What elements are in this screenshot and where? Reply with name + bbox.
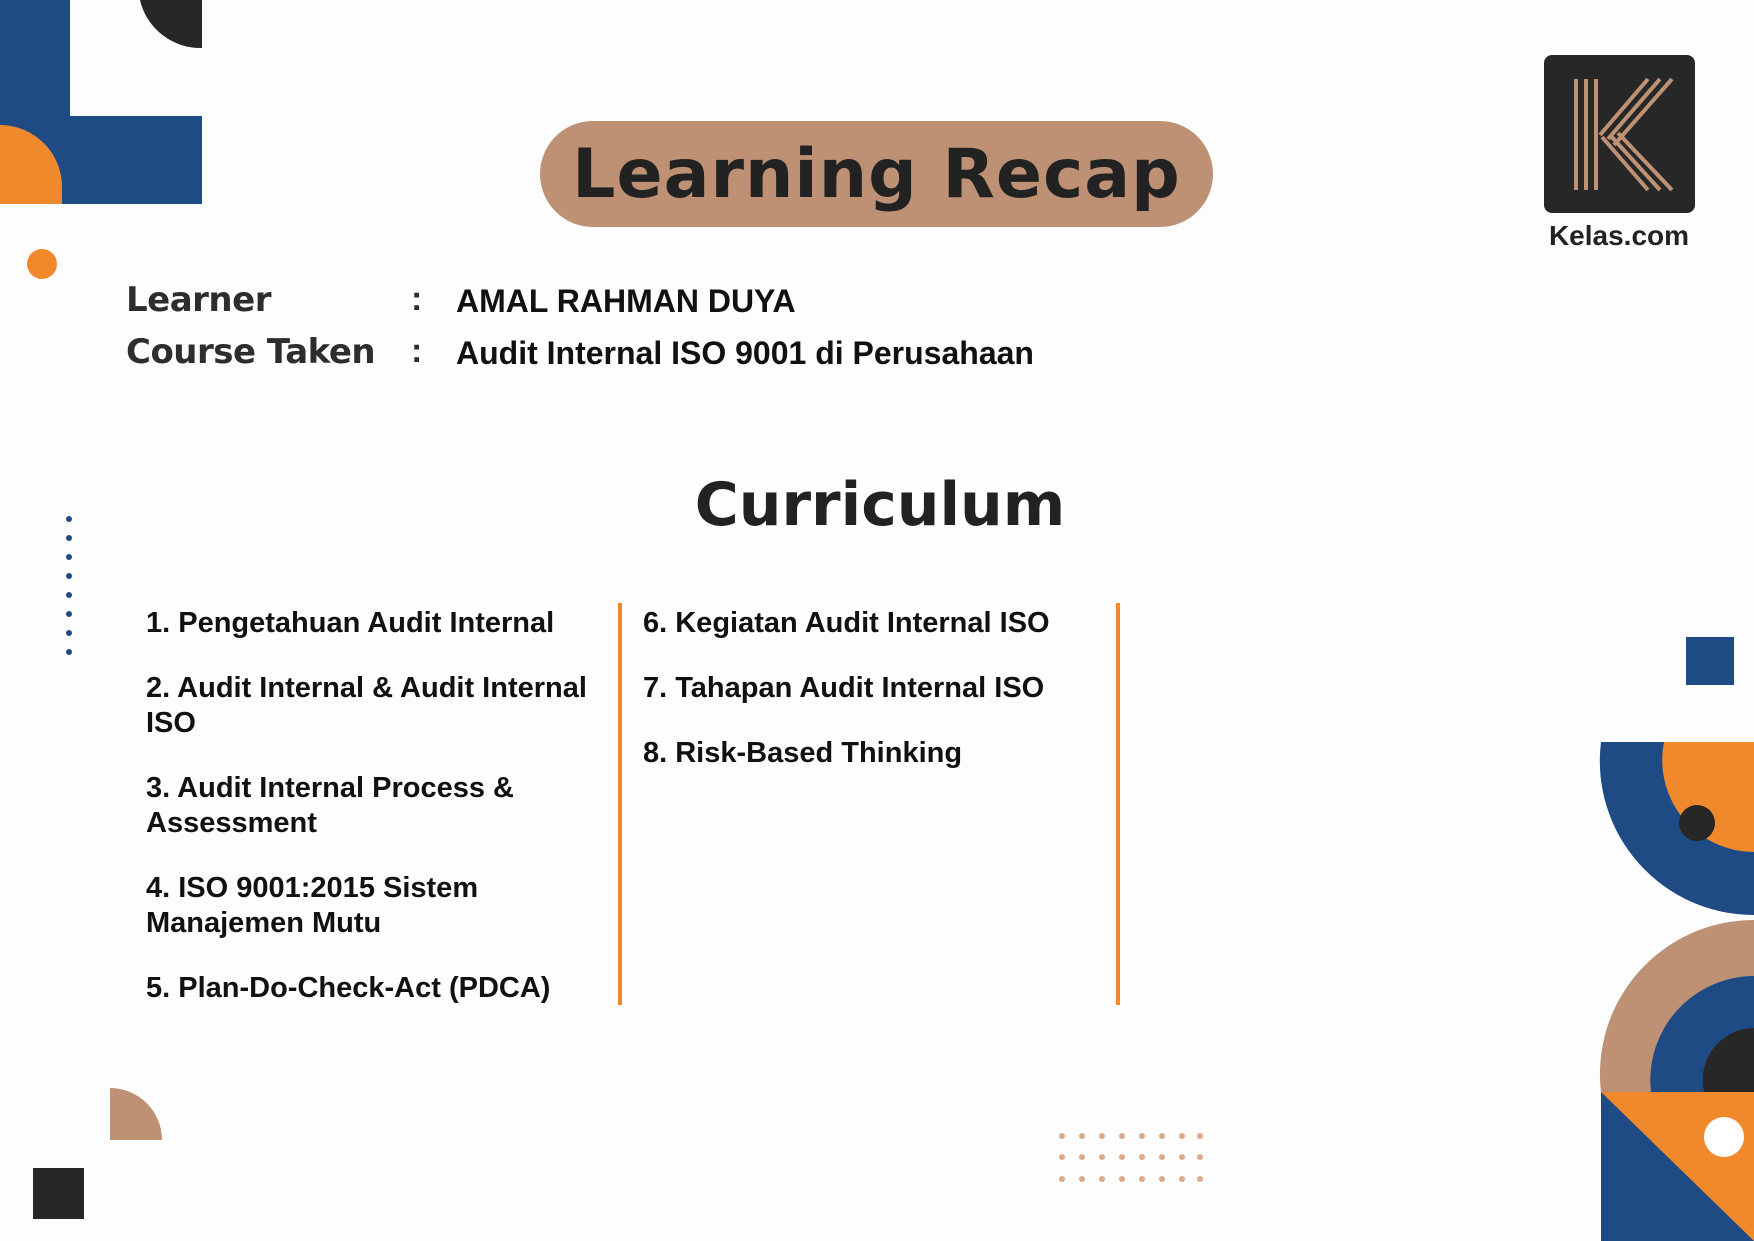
course-separator: : <box>411 332 423 370</box>
curriculum-item: 3. Audit Internal Process & Assessment <box>146 772 514 839</box>
page-title: Learning Recap <box>572 134 1181 214</box>
top-left-decoration <box>0 0 202 204</box>
bottom-left-decoration <box>33 1088 162 1219</box>
curriculum-left-list: 1. Pengetahuan Audit Internal 2. Audit I… <box>146 606 606 1036</box>
curriculum-item: 4. ISO 9001:2015 Sistem Manajemen Mutu <box>146 872 479 939</box>
dotted-line-decoration <box>66 516 72 655</box>
brand-logo <box>1544 55 1695 213</box>
curriculum-item: 6. Kegiatan Audit Internal ISO <box>643 607 1050 639</box>
orange-dot <box>27 249 57 279</box>
curriculum-item: 5. Plan-Do-Check-Act (PDCA) <box>146 972 551 1004</box>
dot-grid-decoration <box>1059 1133 1203 1182</box>
learner-label: Learner <box>126 280 271 320</box>
column-divider-right <box>1116 603 1120 1005</box>
curriculum-right-list: 6. Kegiatan Audit Internal ISO 7. Tahapa… <box>643 606 1103 801</box>
curriculum-item: 8. Risk-Based Thinking <box>643 737 963 769</box>
learner-name: AMAL RAHMAN DUYA <box>456 283 796 319</box>
column-divider-left <box>618 603 622 1005</box>
curriculum-title: Curriculum <box>694 470 1066 540</box>
brand-name: Kelas.com <box>1548 220 1690 251</box>
learner-separator: : <box>411 280 423 318</box>
certificate-page: Learning Recap Kelas.com Learner : AMAL … <box>0 0 1754 1241</box>
course-name: Audit Internal ISO 9001 di Perusahaan <box>456 335 1034 371</box>
curriculum-item: 2. Audit Internal & Audit Internal ISO <box>146 672 587 739</box>
right-side-decoration <box>1599 637 1754 1241</box>
title-banner: Learning Recap <box>540 121 1213 227</box>
k-monogram-icon <box>1574 77 1674 192</box>
curriculum-item: 7. Tahapan Audit Internal ISO <box>643 672 1045 704</box>
course-label: Course Taken <box>126 332 376 372</box>
curriculum-item: 1. Pengetahuan Audit Internal <box>146 607 555 639</box>
